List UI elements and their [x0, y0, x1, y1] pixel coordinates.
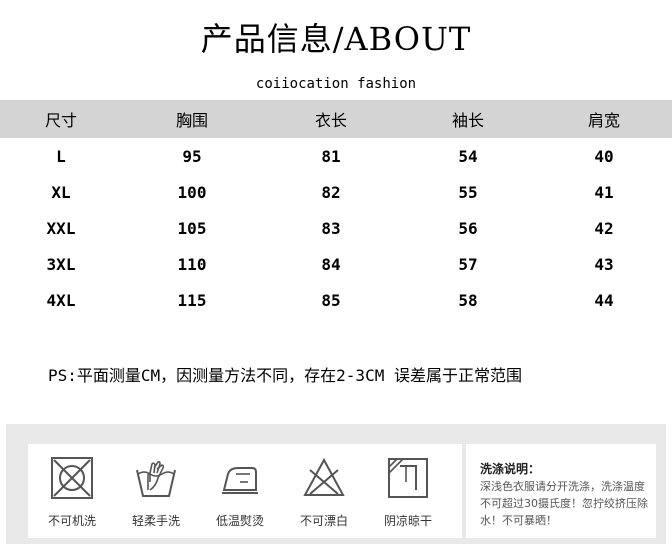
care-label: 低温熨烫	[215, 514, 264, 528]
table-cell: L	[56, 146, 66, 166]
table-cell: 56	[458, 218, 478, 238]
table-row: 3XL 110 84 57 43	[0, 246, 672, 282]
measurement-note: PS:平面测量CM，因测量方法不同，存在2-3CM 误差属于正常范围	[48, 366, 522, 385]
table-cell: XL	[51, 182, 71, 202]
table-cell: 41	[594, 182, 614, 202]
no-bleach-icon	[303, 457, 345, 496]
care-item-no-machine-wash: 不可机洗	[32, 456, 112, 529]
table-cell: 83	[321, 218, 341, 238]
column-header-shoulder: 肩宽	[536, 100, 672, 138]
hand-wash-icon	[136, 460, 176, 497]
table-cell: 43	[594, 254, 614, 274]
table-cell: 82	[321, 182, 341, 202]
table-row: XXL 105 83 56 42	[0, 210, 672, 246]
wash-instructions: 洗涤说明： 深浅色衣服请分开洗涤，洗涤温度不可超过30摄氏度！忽拧绞挤压除水！不…	[466, 444, 656, 538]
table-header-row: 尺寸 胸围 衣长 袖长 肩宽	[0, 100, 672, 138]
wash-instructions-body: 深浅色衣服请分开洗涤，洗涤温度不可超过30摄氏度！忽拧绞挤压除水！不可暴晒！	[480, 480, 648, 527]
shade-dry-icon	[388, 458, 428, 498]
table-cell: 4XL	[46, 290, 76, 310]
table-cell: 44	[594, 290, 614, 310]
wash-instructions-title: 洗涤说明：	[480, 462, 541, 476]
table-cell: 110	[177, 254, 207, 274]
table-cell: 95	[182, 146, 202, 166]
size-table: 尺寸 胸围 衣长 袖长 肩宽 L 95 81 54 40 XL 100 82 5…	[0, 100, 672, 318]
column-header-length: 衣长	[262, 100, 400, 138]
table-cell: 55	[458, 182, 478, 202]
table-row: L 95 81 54 40	[0, 138, 672, 174]
page-subtitle: coiiocation fashion	[255, 76, 417, 92]
table-cell: 58	[458, 290, 478, 310]
table-cell: 85	[321, 290, 341, 310]
table-cell: 3XL	[46, 254, 76, 274]
low-iron-icon	[222, 467, 258, 494]
care-item-no-bleach: 不可漂白	[284, 456, 364, 529]
table-cell: 81	[321, 146, 341, 166]
table-cell: 57	[458, 254, 478, 274]
table-row: XL 100 82 55 41	[0, 174, 672, 210]
table-cell: 105	[177, 218, 207, 238]
table-cell: 84	[321, 254, 341, 274]
care-item-low-iron: 低温熨烫	[200, 456, 280, 529]
page-title: 产品信息/ABOUT	[200, 20, 472, 58]
care-label: 轻柔手洗	[131, 514, 180, 528]
table-cell: 40	[594, 146, 614, 166]
table-cell: 115	[177, 290, 207, 310]
table-cell: 54	[458, 146, 478, 166]
column-header-chest: 胸围	[122, 100, 262, 138]
care-panel: 不可机洗 轻柔手洗 低温熨烫 不可漂白 阴凉晾干 洗涤说明： 深浅色衣服请分开洗…	[6, 424, 666, 544]
care-label: 不可漂白	[299, 514, 348, 528]
care-item-hand-wash: 轻柔手洗	[116, 456, 196, 529]
table-cell: XXL	[46, 218, 76, 238]
care-icons-box: 不可机洗 轻柔手洗 低温熨烫 不可漂白 阴凉晾干	[28, 444, 462, 538]
table-row: 4XL 115 85 58 44	[0, 282, 672, 318]
no-machine-wash-icon	[51, 457, 93, 499]
care-label: 阴凉晾干	[383, 514, 432, 528]
column-header-sleeve: 袖长	[400, 100, 536, 138]
table-cell: 100	[177, 182, 207, 202]
table-cell: 42	[594, 218, 614, 238]
care-item-shade-dry: 阴凉晾干	[368, 456, 448, 529]
care-label: 不可机洗	[47, 514, 96, 528]
column-header-size: 尺寸	[0, 100, 122, 138]
